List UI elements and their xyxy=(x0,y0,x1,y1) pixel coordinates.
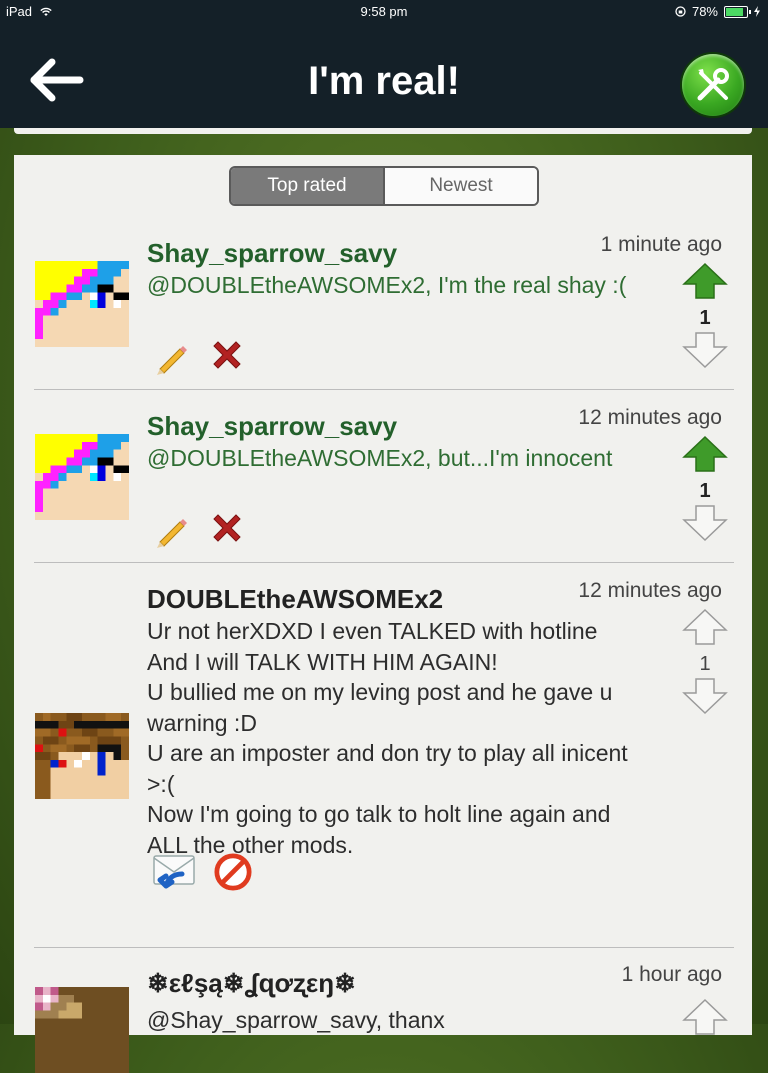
report-icon[interactable] xyxy=(214,853,252,891)
comment-text: @DOUBLEtheAWSOMEx2, but...I'm innocent xyxy=(147,445,613,471)
downvote-icon[interactable] xyxy=(680,504,730,542)
comment-author[interactable]: DOUBLEtheAWSOMEx2 xyxy=(147,584,443,615)
user-avatar xyxy=(35,261,129,347)
tab-newest[interactable]: Newest xyxy=(385,168,537,204)
comment-time: 12 minutes ago xyxy=(578,406,722,429)
vote-control: 1 xyxy=(680,262,730,374)
upvote-icon[interactable] xyxy=(680,262,730,300)
comment-author[interactable]: Shay_sparrow_savy xyxy=(147,238,397,269)
vote-count: 1 xyxy=(699,307,711,329)
settings-button[interactable] xyxy=(682,54,744,116)
tab-top-rated[interactable]: Top rated xyxy=(231,168,385,204)
comment-author[interactable]: ❄εℓşą❄ʆɋơʐεŋ❄ xyxy=(147,968,356,999)
user-avatar xyxy=(35,987,129,1073)
delete-icon[interactable] xyxy=(208,511,246,549)
upvote-icon[interactable] xyxy=(680,608,730,646)
downvote-icon[interactable] xyxy=(680,331,730,369)
user-avatar xyxy=(35,713,129,799)
page-title: I'm real! xyxy=(308,59,460,103)
comment-text: @DOUBLEtheAWSOMEx2, I'm the real shay :( xyxy=(147,272,627,298)
comment-divider xyxy=(34,947,734,948)
nav-bar: I'm real! xyxy=(0,24,768,128)
reply-icon[interactable] xyxy=(152,852,196,892)
vote-control: 1 xyxy=(680,435,730,547)
vote-count: 1 xyxy=(699,653,711,675)
comment-divider xyxy=(34,562,734,563)
comment-text: @Shay_sparrow_savy, thanx xyxy=(147,1007,445,1033)
charging-bolt-icon xyxy=(754,6,760,17)
comment-item: Shay_sparrow_savy 1 minute ago @DOUBLEth… xyxy=(34,225,734,390)
comment-actions xyxy=(152,852,252,892)
battery-percent: 78% xyxy=(691,4,718,19)
comment-text: Ur not herXDXD I even TALKED with hotlin… xyxy=(147,618,628,858)
comment-divider xyxy=(34,389,734,390)
status-bar: iPad 9:58 pm 78% xyxy=(0,0,768,24)
comment-author[interactable]: Shay_sparrow_savy xyxy=(147,411,397,442)
battery-icon xyxy=(724,5,751,18)
upvote-icon[interactable] xyxy=(680,998,730,1036)
delete-icon[interactable] xyxy=(208,338,246,376)
comment-item: Shay_sparrow_savy 12 minutes ago @DOUBLE… xyxy=(34,398,734,563)
previous-post-card xyxy=(14,128,752,134)
comment-item: ❄εℓşą❄ʆɋơʐεŋ❄ 1 hour ago @Shay_sparrow_s… xyxy=(34,955,734,1073)
sort-tabs: Top rated Newest xyxy=(229,166,539,206)
comments-card: Top rated Newest Shay_sparrow_savy 1 min… xyxy=(14,155,752,1073)
vote-control: 1 xyxy=(680,608,730,720)
comment-actions xyxy=(152,338,246,376)
comment-time: 1 hour ago xyxy=(621,963,722,986)
status-right: 78% xyxy=(675,4,760,19)
vote-count: 1 xyxy=(699,480,711,502)
edit-icon[interactable] xyxy=(152,511,190,549)
comment-item: DOUBLEtheAWSOMEx2 12 minutes ago Ur not … xyxy=(34,571,734,947)
rotation-lock-icon xyxy=(675,6,686,17)
comment-time: 1 minute ago xyxy=(600,233,722,256)
comment-time: 12 minutes ago xyxy=(578,579,722,602)
upvote-icon[interactable] xyxy=(680,435,730,473)
tools-icon xyxy=(697,68,729,101)
status-time: 9:58 pm xyxy=(360,4,408,19)
comment-actions xyxy=(152,511,246,549)
edit-icon[interactable] xyxy=(152,338,190,376)
vote-control xyxy=(680,998,730,1041)
downvote-icon[interactable] xyxy=(680,677,730,715)
user-avatar xyxy=(35,434,129,520)
